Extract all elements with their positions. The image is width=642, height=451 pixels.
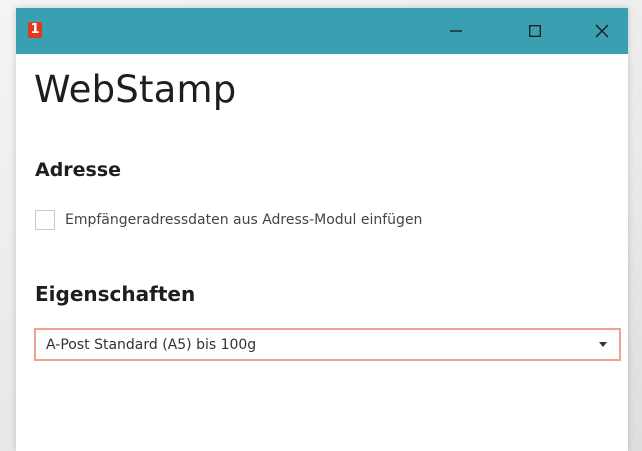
close-button[interactable] <box>579 8 625 54</box>
app-icon: 1 <box>28 22 42 38</box>
address-heading: Adresse <box>35 159 122 181</box>
minimize-button[interactable] <box>433 8 479 54</box>
page-title: WebStamp <box>34 68 237 111</box>
maximize-icon <box>529 25 541 37</box>
properties-heading: Eigenschaften <box>35 282 196 306</box>
insert-address-checkbox-row[interactable]: Empfängeradressdaten aus Adress-Modul ei… <box>35 210 422 230</box>
insert-address-checkbox-label[interactable]: Empfängeradressdaten aus Adress-Modul ei… <box>65 212 422 228</box>
title-bar[interactable]: 1 <box>16 8 628 54</box>
insert-address-checkbox[interactable] <box>35 210 55 230</box>
webstamp-window: 1 WebStamp Adresse Empfängeradressdaten … <box>16 8 628 451</box>
minimize-icon <box>450 30 462 32</box>
main-content: WebStamp Adresse Empfängeradressdaten au… <box>16 54 628 451</box>
close-icon <box>595 24 609 38</box>
product-select[interactable]: A-Post Standard (A5) bis 100g <box>34 328 621 361</box>
chevron-down-icon <box>599 342 607 347</box>
maximize-button[interactable] <box>512 8 558 54</box>
product-select-value: A-Post Standard (A5) bis 100g <box>46 337 257 353</box>
